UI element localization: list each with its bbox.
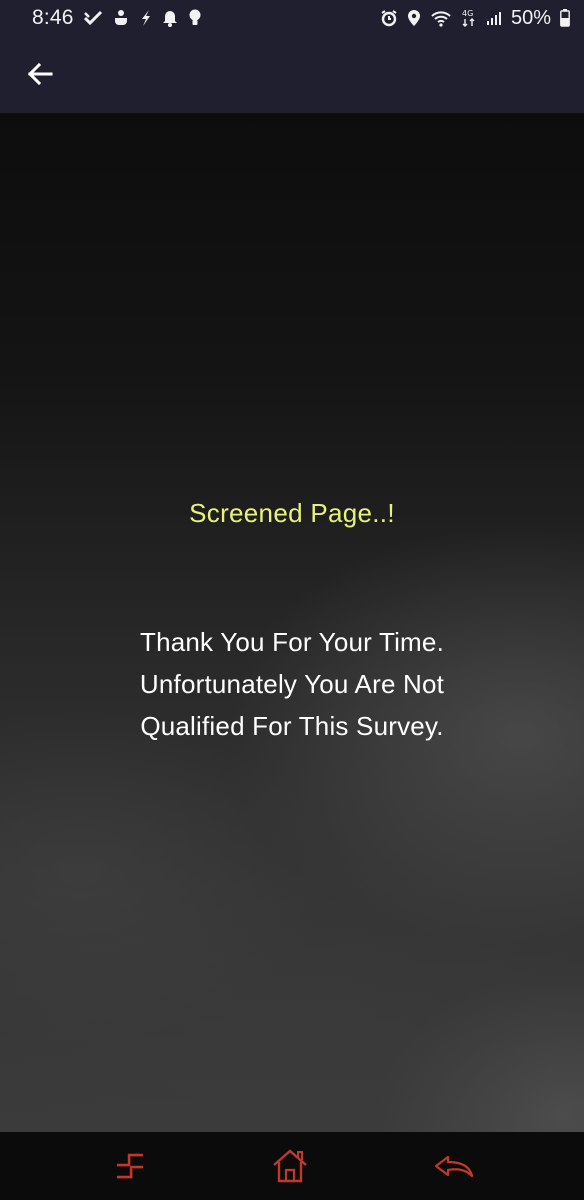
message-line: Thank You For Your Time. <box>140 627 444 657</box>
battery-icon <box>560 9 570 27</box>
message-line: Qualified For This Survey. <box>140 711 444 741</box>
location-icon <box>407 9 421 27</box>
bell-icon <box>162 9 178 27</box>
screened-title: Screened Page..! <box>189 498 395 528</box>
status-system-icons: 4G 50% <box>380 6 570 30</box>
status-notification-icons <box>84 8 202 28</box>
battery-percent: 50% <box>510 6 551 29</box>
svg-text:4G: 4G <box>462 9 473 18</box>
status-bar: 8:46 4G 50% <box>0 0 584 36</box>
recent-apps-icon <box>117 1153 143 1179</box>
home-icon <box>273 1149 307 1183</box>
back-nav-button[interactable] <box>430 1144 478 1188</box>
back-icon <box>434 1155 474 1178</box>
main-content: Screened Page..! Thank You For Your Time… <box>0 113 584 1132</box>
back-button[interactable] <box>22 56 58 92</box>
app-bar <box>0 36 584 113</box>
wifi-icon <box>430 9 452 27</box>
bolt-feather-icon <box>140 9 152 27</box>
home-button[interactable] <box>266 1144 314 1188</box>
tea-icon <box>112 9 130 27</box>
status-time: 8:46 <box>32 6 74 29</box>
check-icon <box>84 10 102 26</box>
message-line: Unfortunately You Are Not <box>139 669 445 699</box>
arrow-left-icon <box>27 62 53 86</box>
alarm-icon <box>380 9 398 27</box>
bottom-navigation-bar <box>0 1132 584 1200</box>
recent-apps-button[interactable] <box>106 1144 154 1188</box>
lightbulb-icon <box>188 9 202 27</box>
screen: 8:46 4G 50% Screened Page..! Thank You F… <box>0 0 584 1200</box>
data-4g-icon: 4G <box>461 8 477 28</box>
signal-icon <box>486 10 502 26</box>
message-text: Thank You For Your Time. Unfortunately Y… <box>0 621 584 747</box>
